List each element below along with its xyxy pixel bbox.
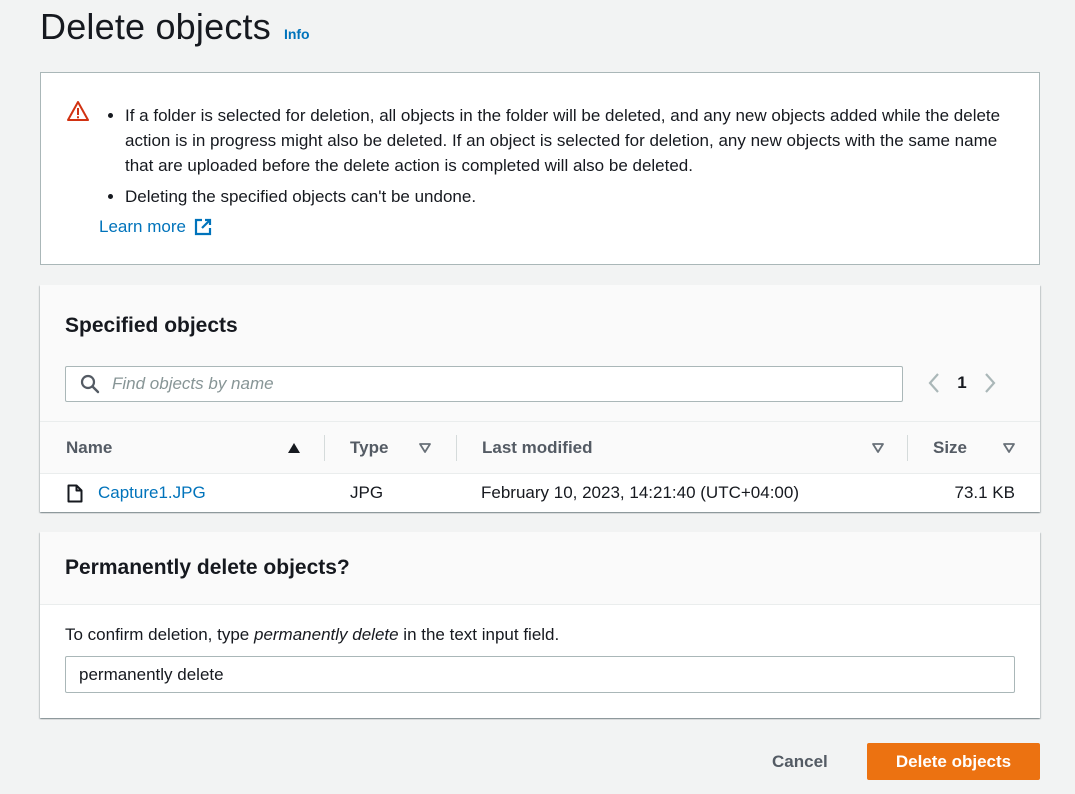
last-modified-cell: February 10, 2023, 14:21:40 (UTC+04:00) (481, 483, 799, 502)
sort-ascending-icon[interactable] (287, 442, 301, 454)
next-page-button[interactable] (980, 371, 1000, 395)
learn-more-label: Learn more (99, 217, 186, 236)
page-header: Delete objects Info (40, 6, 310, 48)
page-number-button[interactable]: 1 (944, 373, 980, 393)
learn-more-link[interactable]: Learn more (99, 217, 212, 237)
search-icon (80, 374, 100, 394)
external-link-icon (194, 218, 212, 236)
objects-panel-header: Specified objects 1 (40, 285, 1040, 421)
pagination: 1 (924, 371, 1000, 395)
warning-list: If a folder is selected for deletion, al… (99, 103, 1009, 215)
sort-icon[interactable] (871, 442, 885, 454)
column-header-name[interactable]: Name (66, 422, 112, 474)
warning-alert: If a folder is selected for deletion, al… (40, 72, 1040, 265)
column-header-type[interactable]: Type (350, 422, 388, 474)
search-input[interactable] (110, 373, 890, 395)
table-row: Capture1.JPG JPG February 10, 2023, 14:2… (40, 474, 1040, 512)
column-divider (456, 435, 457, 461)
column-divider (324, 435, 325, 461)
sort-icon[interactable] (1002, 442, 1016, 454)
column-divider (907, 435, 908, 461)
column-header-last-modified[interactable]: Last modified (482, 422, 593, 474)
delete-objects-button[interactable]: Delete objects (867, 743, 1040, 780)
chevron-right-icon (985, 373, 996, 393)
search-box (65, 366, 903, 402)
confirm-title: Permanently delete objects? (65, 556, 350, 579)
cancel-button[interactable]: Cancel (760, 743, 840, 780)
confirm-input[interactable] (65, 656, 1015, 693)
file-name-link[interactable]: Capture1.JPG (98, 483, 206, 503)
confirm-description: To confirm deletion, type permanently de… (65, 625, 559, 645)
sort-icon[interactable] (418, 442, 432, 454)
file-type-cell: JPG (350, 483, 384, 502)
chevron-left-icon (928, 373, 939, 393)
warning-item: If a folder is selected for deletion, al… (125, 103, 1009, 178)
warning-triangle-icon (67, 101, 89, 121)
specified-objects-title: Specified objects (65, 314, 238, 337)
confirm-panel-header: Permanently delete objects? (40, 532, 1040, 605)
confirm-desc-suffix: in the text input field. (398, 625, 560, 644)
file-name-cell: Capture1.JPG (98, 474, 206, 512)
warning-item: Deleting the specified objects can't be … (125, 184, 1009, 209)
page-title: Delete objects (40, 6, 271, 47)
column-header-size[interactable]: Size (933, 422, 967, 474)
file-icon (67, 484, 83, 503)
table-header: Name Type Last modified Size (40, 421, 1040, 474)
info-link[interactable]: Info (284, 26, 310, 42)
previous-page-button[interactable] (924, 371, 944, 395)
specified-objects-panel: Specified objects 1 Name (40, 285, 1040, 512)
confirm-desc-prefix: To confirm deletion, type (65, 625, 254, 644)
confirm-desc-emphasis: permanently delete (253, 625, 399, 644)
confirm-panel: Permanently delete objects? To confirm d… (40, 532, 1040, 718)
size-cell: 73.1 KB (954, 483, 1016, 502)
